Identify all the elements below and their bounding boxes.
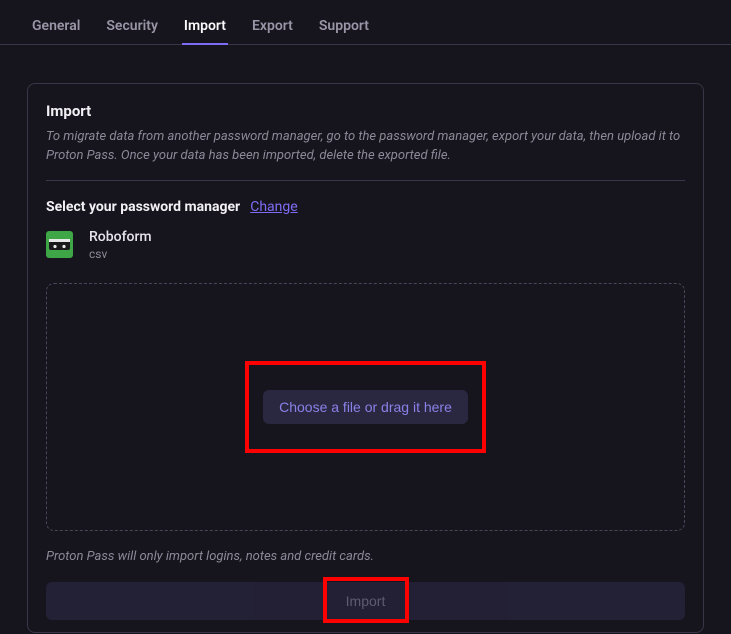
roboform-icon <box>46 231 73 258</box>
panel-title: Import <box>46 102 685 120</box>
tab-security[interactable]: Security <box>104 10 160 44</box>
import-button[interactable]: Import <box>46 582 685 620</box>
change-link[interactable]: Change <box>250 199 297 215</box>
selected-provider: Roboform csv <box>46 229 685 261</box>
tab-import[interactable]: Import <box>182 10 228 44</box>
tab-general[interactable]: General <box>30 10 82 44</box>
tab-export[interactable]: Export <box>250 10 295 44</box>
select-manager-row: Select your password manager Change <box>46 199 685 215</box>
provider-name: Roboform <box>89 229 152 245</box>
highlight-annotation: Choose a file or drag it here <box>245 361 486 453</box>
import-button-row: Import <box>46 582 685 620</box>
panel-description: To migrate data from another password ma… <box>46 128 685 181</box>
tab-support[interactable]: Support <box>317 10 371 44</box>
provider-format: csv <box>89 247 152 261</box>
import-note: Proton Pass will only import logins, not… <box>46 549 685 564</box>
select-manager-label: Select your password manager <box>46 199 240 215</box>
file-dropzone[interactable]: Choose a file or drag it here <box>46 283 685 531</box>
choose-file-button[interactable]: Choose a file or drag it here <box>263 390 468 424</box>
settings-tabs: General Security Import Export Support <box>0 0 731 45</box>
import-panel: Import To migrate data from another pass… <box>27 83 704 633</box>
